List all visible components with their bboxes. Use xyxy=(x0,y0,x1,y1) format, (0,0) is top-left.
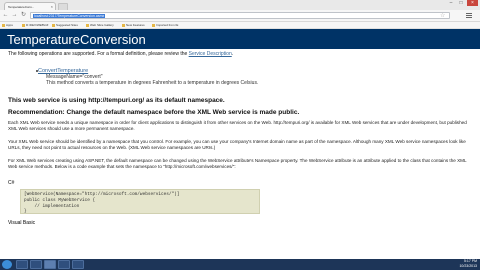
bookmark-star-icon[interactable]: ☆ xyxy=(440,12,445,19)
tab-close-icon[interactable]: × xyxy=(51,3,53,10)
start-button[interactable] xyxy=(2,260,12,269)
namespace-paragraph-3: For XML Web services creating using ASP.… xyxy=(8,158,467,169)
clock-date: 10/23/2013 xyxy=(459,264,477,268)
page-content: TemperatureConversion The following oper… xyxy=(0,29,480,259)
reload-icon[interactable]: ↻ xyxy=(20,12,27,19)
taskbar: 5:17 PM 10/23/2013 xyxy=(0,259,480,270)
recommendation-heading: Recommendation: Change the default names… xyxy=(8,109,300,116)
taskbar-app-icon[interactable] xyxy=(16,260,28,269)
tab-strip: TemperatureConv... × – □ × xyxy=(0,0,480,11)
code-label-csharp: C# xyxy=(8,180,15,186)
bookmark-item[interactable]: Apps xyxy=(2,22,13,28)
namespace-heading: This web service is using http://tempuri… xyxy=(8,97,225,104)
bookmark-item[interactable]: D:\DEV\WEB\C# xyxy=(22,22,48,28)
forward-icon[interactable]: → xyxy=(11,12,18,19)
bookmarks-bar: Apps D:\DEV\WEB\C# Suggested Sites Web S… xyxy=(0,22,480,29)
namespace-paragraph-1: Each XML Web service needs a unique name… xyxy=(8,120,467,131)
code-label-vb: Visual Basic xyxy=(8,220,36,226)
menu-icon[interactable] xyxy=(466,12,474,19)
minimize-icon[interactable]: – xyxy=(447,0,455,6)
window-controls: – □ × xyxy=(447,0,478,8)
back-icon[interactable]: ← xyxy=(2,12,9,19)
bookmark-item[interactable]: New Features xyxy=(122,22,145,28)
namespace-paragraph-2: Your XML Web service should be identifie… xyxy=(8,139,466,150)
browser-toolbar: ← → ↻ localhost:2317/TemperatureConversi… xyxy=(0,10,480,22)
taskbar-app-icon[interactable] xyxy=(72,260,84,269)
taskbar-app-icon[interactable] xyxy=(30,260,42,269)
close-window-icon[interactable]: × xyxy=(467,0,478,6)
browser-window: TemperatureConv... × – □ × ← → ↻ localho… xyxy=(0,0,480,270)
taskbar-app-icon[interactable] xyxy=(58,260,70,269)
bookmark-item[interactable]: Suggested Sites xyxy=(52,22,78,28)
taskbar-app-icon[interactable] xyxy=(44,260,56,269)
intro-sentence: The following operations are supported. … xyxy=(8,51,188,57)
tab-title: TemperatureConv... xyxy=(8,5,35,9)
address-text: localhost:2317/TemperatureConversion.asm… xyxy=(33,14,106,18)
service-description-link[interactable]: Service Description xyxy=(189,51,232,57)
code-example: [WebService(Namespace="http://microsoft.… xyxy=(20,189,260,214)
browser-tab[interactable]: TemperatureConv... × xyxy=(4,2,56,10)
page-title: TemperatureConversion xyxy=(7,32,146,47)
intro-text: The following operations are supported. … xyxy=(8,51,234,57)
bookmark-item[interactable]: Imported from IE xyxy=(152,22,178,28)
bookmark-item[interactable]: Web Slice Gallery xyxy=(86,22,114,28)
operation-description: This method converts a temperature in de… xyxy=(46,80,259,86)
service-banner: TemperatureConversion xyxy=(0,29,480,49)
address-bar[interactable]: localhost:2317/TemperatureConversion.asm… xyxy=(30,12,450,19)
system-tray-clock[interactable]: 5:17 PM 10/23/2013 xyxy=(459,259,477,270)
maximize-icon[interactable]: □ xyxy=(457,0,465,6)
